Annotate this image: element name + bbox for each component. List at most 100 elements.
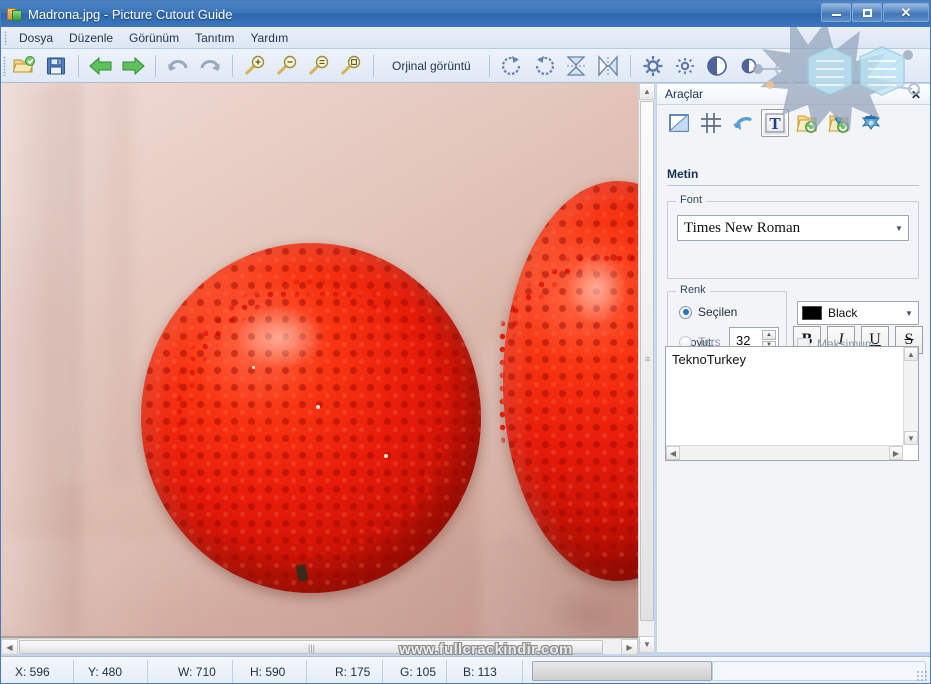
status-divider — [73, 660, 74, 683]
status-x: X: 596 — [15, 665, 50, 679]
chevron-down-icon[interactable]: ▼ — [900, 309, 918, 318]
menu-bar: Dosya Düzenle Görünüm Tanıtım Yardım — [1, 27, 930, 49]
window-title: Madrona.jpg - Picture Cutout Guide — [28, 6, 233, 22]
toolbar-separator — [232, 54, 233, 77]
status-divider — [232, 660, 233, 683]
resize-grip-icon[interactable] — [916, 670, 928, 682]
zoom-out-icon[interactable] — [272, 52, 302, 80]
zoom-in-icon[interactable] — [240, 52, 270, 80]
toolbar-separator — [78, 54, 79, 77]
status-r: R: 175 — [335, 665, 371, 679]
crop-resize-tool-icon[interactable] — [665, 109, 693, 137]
batch-folder-convert-tool-icon[interactable] — [825, 109, 853, 137]
scroll-left-arrow-icon[interactable]: ◀ — [1, 639, 18, 655]
brightness-up-icon[interactable] — [638, 52, 668, 80]
maximize-button[interactable] — [852, 3, 882, 22]
open-file-icon[interactable] — [9, 52, 39, 80]
guides-grid-tool-icon[interactable] — [697, 109, 725, 137]
radio-selected-label: Seçilen — [698, 305, 738, 319]
rotate-ccw-icon[interactable] — [529, 52, 559, 80]
main-toolbar: Orjinal görüntü — [1, 49, 930, 83]
status-divider — [147, 660, 148, 683]
font-family-value: Times New Roman — [684, 219, 801, 236]
canvas-vertical-scrollbar[interactable]: ▲ ≡ ▼ — [638, 83, 655, 653]
berry-large — [134, 236, 488, 600]
status-divider — [306, 660, 307, 683]
tools-panel-header: Araçlar ✕ — [656, 83, 930, 105]
forward-arrow-icon[interactable] — [118, 52, 148, 80]
minimize-button[interactable] — [821, 3, 851, 22]
progress-bar — [532, 661, 712, 681]
canvas-vscroll-thumb[interactable]: ≡ — [640, 101, 654, 621]
section-title-metin: Metin — [667, 167, 699, 181]
close-icon[interactable]: ✕ — [908, 87, 924, 103]
photo-madrona-berries[interactable] — [1, 83, 638, 648]
scroll-down-arrow-icon[interactable]: ▼ — [639, 636, 655, 653]
status-bar: X: 596 Y: 480 W: 710 H: 590 R: 175 G: 10… — [1, 656, 930, 683]
zoom-fit-icon[interactable] — [304, 52, 334, 80]
scroll-up-arrow-icon[interactable]: ▲ — [639, 83, 655, 100]
scroll-down-arrow-icon[interactable]: ▼ — [904, 431, 918, 445]
color-swatch — [802, 306, 822, 320]
status-w: W: 710 — [178, 665, 216, 679]
flip-horizontal-icon[interactable] — [593, 52, 623, 80]
redo-icon[interactable] — [195, 52, 225, 80]
status-divider — [382, 660, 383, 683]
textarea-vertical-scrollbar[interactable]: ▲ ▼ — [903, 347, 918, 445]
title-bar: Madrona.jpg - Picture Cutout Guide ✕ — [1, 1, 930, 27]
status-b: B: 113 — [463, 665, 497, 679]
batch-folder-tool-icon[interactable] — [793, 109, 821, 137]
scroll-right-arrow-icon[interactable]: ▶ — [889, 446, 903, 460]
back-arrow-icon[interactable] — [86, 52, 116, 80]
section-divider — [667, 185, 919, 186]
color-mode-selected-row[interactable]: Seçilen — [679, 305, 737, 319]
original-image-button[interactable]: Orjinal görüntü — [381, 54, 482, 78]
menu-dosya[interactable]: Dosya — [11, 29, 61, 47]
toolbar-separator — [373, 54, 374, 77]
color-name-value: Black — [828, 306, 858, 320]
site-watermark: www.fullcrackindir.com — [399, 641, 573, 658]
toolbar-separator — [155, 54, 156, 77]
toolbar-separator — [488, 54, 490, 77]
contrast-up-icon[interactable] — [702, 52, 732, 80]
close-button[interactable]: ✕ — [883, 3, 929, 22]
brightness-down-icon[interactable] — [670, 52, 700, 80]
contrast-down-icon[interactable] — [734, 52, 764, 80]
color-group-legend: Renk — [676, 284, 710, 296]
flip-vertical-icon[interactable] — [561, 52, 591, 80]
font-group-legend: Font — [676, 194, 707, 206]
menu-duzenle[interactable]: Düzenle — [61, 29, 121, 47]
scroll-left-arrow-icon[interactable]: ◀ — [666, 446, 680, 460]
rotate-cw-icon[interactable] — [497, 52, 527, 80]
app-icon — [7, 6, 23, 22]
text-content-value: TeknoTurkey — [672, 352, 746, 367]
undo-curve-tool-icon[interactable] — [729, 109, 757, 137]
text-content-textarea[interactable]: TeknoTurkey ▲ ▼ ◀ ▶ — [665, 346, 919, 461]
image-canvas[interactable] — [1, 83, 638, 653]
svg-text:T: T — [769, 114, 781, 133]
progress-track — [712, 661, 926, 681]
save-file-icon[interactable] — [41, 52, 71, 80]
color-combobox[interactable]: Black ▼ — [797, 301, 919, 325]
status-divider — [522, 660, 523, 683]
textarea-horizontal-scrollbar[interactable]: ◀ ▶ — [666, 445, 903, 460]
toolbar-separator — [629, 54, 631, 77]
menu-yardim[interactable]: Yardım — [242, 29, 296, 47]
application-window: Madrona.jpg - Picture Cutout Guide ✕ Dos… — [0, 0, 931, 684]
tool-icon-row: T — [665, 109, 885, 137]
status-y: Y: 480 — [88, 665, 123, 679]
tools-panel-title: Araçlar — [665, 87, 704, 101]
scroll-right-arrow-icon[interactable]: ▶ — [621, 639, 638, 655]
radio-selected-icon[interactable] — [679, 305, 692, 319]
scroll-up-arrow-icon[interactable]: ▲ — [904, 347, 918, 361]
chevron-down-icon[interactable]: ▼ — [890, 224, 908, 233]
font-family-combobox[interactable]: Times New Roman ▼ — [677, 215, 909, 241]
menu-gorunum[interactable]: Görünüm — [121, 29, 187, 47]
undo-icon[interactable] — [163, 52, 193, 80]
zoom-actual-icon[interactable] — [336, 52, 366, 80]
menu-tanitim[interactable]: Tanıtım — [187, 29, 242, 47]
effects-splat-tool-icon[interactable] — [857, 109, 885, 137]
status-divider — [446, 660, 447, 683]
status-g: G: 105 — [400, 665, 437, 679]
text-tool-icon[interactable]: T — [761, 109, 789, 137]
